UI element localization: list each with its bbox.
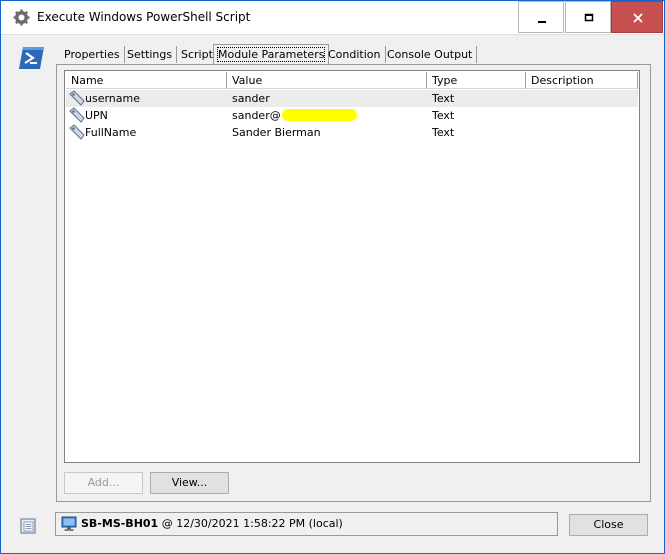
powershell-icon: [19, 47, 44, 69]
parameter-icon: [69, 90, 85, 106]
parameters-list[interactable]: Name Value Type Description username san…: [64, 70, 640, 463]
maximize-button[interactable]: [565, 1, 611, 33]
title-bar[interactable]: Execute Windows PowerShell Script: [1, 1, 664, 35]
minimize-icon: [538, 21, 546, 23]
cell-name: username: [85, 92, 140, 105]
table-row[interactable]: UPN sander@ Text: [66, 107, 638, 124]
cell-type: Text: [432, 109, 455, 122]
table-row[interactable]: username sander Text: [66, 90, 638, 107]
tab-label: Properties: [64, 48, 120, 61]
add-button[interactable]: Add...: [64, 472, 143, 494]
redaction-mark: [281, 109, 357, 121]
computer-icon: [61, 516, 77, 531]
status-text: SB-MS-BH01 @ 12/30/2021 1:58:22 PM (loca…: [81, 517, 343, 530]
tab-label: Settings: [127, 48, 173, 61]
tab-label: Module Parameters: [216, 47, 326, 62]
close-button[interactable]: Close: [569, 514, 648, 536]
status-timestamp: @ 12/30/2021 1:58:22 PM (local): [161, 517, 343, 530]
window-title: Execute Windows PowerShell Script: [37, 10, 251, 24]
minimize-button[interactable]: [518, 1, 564, 33]
column-header-value[interactable]: Value: [227, 72, 427, 89]
tab-console-output[interactable]: Console Output: [383, 46, 478, 63]
status-field: SB-MS-BH01 @ 12/30/2021 1:58:22 PM (loca…: [55, 512, 558, 536]
close-window-button[interactable]: [611, 1, 663, 33]
tab-script[interactable]: Script: [177, 46, 218, 63]
dialog-window: Execute Windows PowerShell Script Proper…: [0, 0, 665, 554]
column-header-description[interactable]: Description: [526, 72, 638, 89]
cell-type: Text: [432, 92, 455, 105]
table-row[interactable]: FullName Sander Bierman Text: [66, 124, 638, 141]
cell-value: sander@: [232, 107, 357, 124]
parameter-icon: [69, 107, 85, 123]
cell-name: FullName: [85, 126, 137, 139]
cell-name: UPN: [85, 109, 108, 122]
cell-value: Sander Bierman: [232, 126, 321, 139]
view-button[interactable]: View...: [150, 472, 229, 494]
column-header-type[interactable]: Type: [427, 72, 526, 89]
tab-settings[interactable]: Settings: [123, 46, 178, 63]
cell-type: Text: [432, 126, 455, 139]
cell-value: sander: [232, 92, 270, 105]
tab-label: Condition: [328, 48, 381, 61]
gear-icon[interactable]: [13, 9, 30, 26]
tab-label: Console Output: [387, 48, 473, 61]
tab-label: Script: [181, 48, 213, 61]
tab-module-parameters[interactable]: Module Parameters: [213, 44, 330, 64]
maximize-icon: [584, 13, 594, 22]
tab-properties[interactable]: Properties: [60, 46, 125, 63]
status-computer: SB-MS-BH01: [81, 517, 159, 530]
parameter-icon: [69, 124, 85, 140]
properties-icon[interactable]: [19, 517, 37, 535]
close-icon: [633, 13, 643, 23]
cell-value-text: sander@: [232, 109, 281, 122]
column-header-name[interactable]: Name: [66, 72, 227, 89]
tab-condition[interactable]: Condition: [324, 46, 386, 63]
